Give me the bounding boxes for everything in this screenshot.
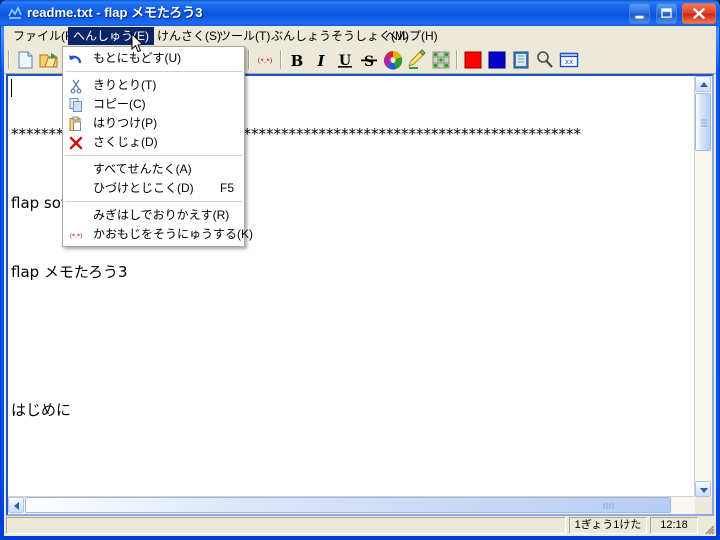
delete-x-icon [68,135,84,151]
color-wheel-icon[interactable] [382,49,404,71]
title-bar[interactable]: readme.txt - flap メモたろう3 [0,0,720,26]
svg-text:xx: xx [565,58,573,66]
close-button[interactable] [682,3,716,24]
menu-item-insert-kaomoji[interactable]: (*.*) かおもじをそうにゅうする(K) [63,225,253,244]
vertical-scroll-thumb[interactable] [695,93,711,151]
horizontal-scrollbar[interactable] [8,496,695,514]
blue-color-icon[interactable] [486,49,508,71]
menu-item-label: かおもじをそうにゅうする(K) [93,227,253,241]
paste-icon [68,116,84,132]
transparency-icon[interactable]: xx [558,49,580,71]
toolbar-separator [456,50,458,69]
strikethrough-icon[interactable]: S [358,49,380,71]
text-caret [11,79,12,97]
kaomoji-icon: (*.*) [68,227,84,243]
doc-line: flap メモたろう3 [11,263,128,281]
toolbar-separator [280,50,282,69]
menu-item-select-all[interactable]: すべてせんたく(A) [63,160,244,179]
edit-menu-dropdown[interactable]: もとにもどす(U) きりとり(T) コピー(C) はりつけ(P) さくじょ(D)… [62,46,253,247]
horizontal-scroll-thumb[interactable] [25,497,671,513]
menu-help[interactable]: ヘルプ(H) [380,27,443,45]
italic-icon[interactable]: I [310,49,332,71]
doc-line: はじめに [11,401,72,419]
svg-text:B: B [291,52,304,70]
menu-item-label: みぎはしでおりかえす(R) [93,208,230,222]
app-icon [7,5,23,21]
doc-line [11,468,695,491]
menu-item-date-time[interactable]: ひづけとじこく(D) F5 [63,179,244,198]
menu-item-paste[interactable]: はりつけ(P) [63,114,244,133]
menu-item-label: コピー(C) [93,97,146,111]
status-caret-position: 1ぎょう1けた [569,517,647,534]
menu-item-label: きりとり(T) [93,78,157,92]
grid-icon[interactable] [430,49,452,71]
menu-item-word-wrap[interactable]: みぎはしでおりかえす(R) [63,206,244,225]
menu-separator [65,155,242,157]
new-file-icon[interactable] [14,49,36,71]
undo-icon [68,51,84,67]
window-controls [628,3,716,24]
underline-icon[interactable]: U [334,49,356,71]
menu-item-label: はりつけ(P) [93,116,158,130]
scroll-left-button[interactable] [8,497,24,513]
svg-text:(*.*): (*.*) [70,233,83,240]
menu-item-undo[interactable]: もとにもどす(U) [63,49,244,68]
menu-item-cut[interactable]: きりとり(T) [63,76,244,95]
vertical-scrollbar[interactable] [694,76,712,497]
mouse-cursor [131,32,144,54]
status-clock: 12:18 [650,517,698,534]
bold-icon[interactable]: B [286,49,308,71]
doc-line [11,330,695,353]
window-title: readme.txt - flap メモたろう3 [27,5,203,20]
copy-icon [68,97,84,113]
kaomoji-icon[interactable]: (*.*) [254,49,276,71]
maximize-button[interactable] [655,3,677,24]
menu-item-copy[interactable]: コピー(C) [63,95,244,114]
menu-item-label: さくじょ(D) [93,135,158,149]
menu-item-label: すべてせんたく(A) [93,162,192,176]
status-bar: 1ぎょう1けた 12:18 [4,516,716,536]
menu-bar: ファイル(F) へんしゅう(E) けんさく(S) ツール(T) ぶんしょうそうし… [4,26,716,46]
scroll-down-button[interactable] [695,481,711,497]
highlighter-icon[interactable] [406,49,428,71]
svg-text:S: S [364,54,374,70]
cut-icon [68,78,84,94]
book-icon[interactable] [510,49,532,71]
menu-item-delete[interactable]: さくじょ(D) [63,133,244,152]
menu-item-accelerator: F5 [219,181,234,195]
svg-text:I: I [316,52,325,70]
menu-item-label: ひづけとじこく(D) [93,181,194,195]
svg-text:(*.*): (*.*) [258,57,273,65]
menu-separator [65,71,242,73]
application-window: readme.txt - flap メモたろう3 ファイル(F) へんしゅう(E… [0,0,720,540]
magnifier-icon[interactable] [534,49,556,71]
status-blank [6,517,566,534]
toolbar-separator [248,50,250,69]
menu-separator [65,201,242,203]
red-color-icon[interactable] [462,49,484,71]
scrollbar-corner [695,497,712,514]
open-folder-icon[interactable] [38,49,60,71]
resize-grip[interactable] [701,521,715,535]
scroll-up-button[interactable] [695,76,711,92]
toolbar-separator [8,50,10,69]
minimize-button[interactable] [629,3,651,24]
